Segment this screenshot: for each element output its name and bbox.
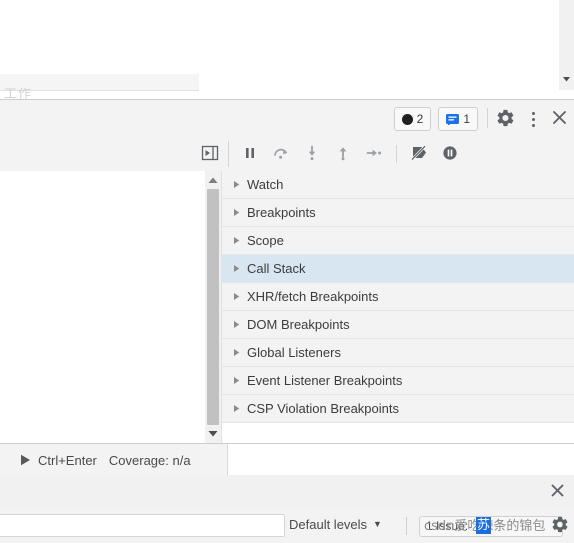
disclosure-triangle-icon[interactable] [231,179,242,190]
step-over-icon [272,144,290,165]
disclosure-triangle-icon[interactable] [231,319,242,330]
disclosure-triangle-icon[interactable] [231,403,242,414]
pause-icon [242,145,258,164]
show-debugger-sidebar-button[interactable] [198,142,222,166]
debugger-controls [236,137,464,171]
deactivate-breakpoints-button[interactable] [405,140,433,168]
sources-toolbar-left [0,137,196,171]
debugger-section-global-listeners[interactable]: Global Listeners [222,339,574,367]
debugger-sidebar: Watch Breakpoints Scope Call Stack XHR/fetch… [222,171,574,452]
debugger-toolbar [0,137,574,172]
show-debugger-sidebar-icon [201,144,219,165]
pause-on-exceptions-button[interactable] [436,140,464,168]
errors-count: 2 [416,112,424,126]
section-label: Global Listeners [247,345,341,360]
section-label: Call Stack [247,261,306,276]
close-devtools-button[interactable] [548,108,570,130]
step-over-button[interactable] [267,140,295,168]
section-label: CSP Violation Breakpoints [247,401,400,416]
disclosure-triangle-icon[interactable] [231,235,242,246]
run-shortcut-label: Ctrl+Enter [38,452,97,468]
debugger-section-xhr-fetch-breakpoints[interactable]: XHR/fetch Breakpoints [222,283,574,311]
devtools-main: Watch Breakpoints Scope Call Stack XHR/fetch… [0,171,574,452]
coverage-status-group[interactable]: Ctrl+Enter Coverage: n/a [0,444,228,476]
toolbar-divider [228,141,229,167]
errors-badge[interactable]: 2 [393,107,432,131]
devtools-topbar: 2 1 [0,99,574,139]
debugger-section-scope[interactable]: Scope [222,227,574,255]
debugger-section-watch[interactable]: Watch [222,171,574,199]
issues-bar-button[interactable]: 1 Issue: [419,516,563,537]
source-pane-scrollbar[interactable] [205,171,222,443]
close-icon [552,110,567,128]
step-button[interactable] [360,140,388,168]
pause-on-exceptions-icon [441,144,459,165]
close-drawer-button[interactable] [546,480,569,503]
step-out-icon [334,144,352,165]
debugger-section-dom-breakpoints[interactable]: DOM Breakpoints [222,311,574,339]
section-label: Watch [247,177,284,192]
scrollbar-down-arrow[interactable] [207,428,219,440]
play-triangle-icon [20,454,31,466]
topbar-divider [487,108,488,128]
page-scrollbar[interactable] [559,0,574,90]
log-levels-label: Default levels [289,517,368,532]
console-drawer-header [0,475,574,509]
step-out-button[interactable] [329,140,357,168]
deactivate-breakpoints-icon [409,144,429,165]
status-badges: 2 1 [393,107,478,131]
close-icon [550,483,565,501]
source-code-pane[interactable] [0,171,206,443]
message-box-icon [446,113,460,125]
disclosure-triangle-icon[interactable] [231,207,242,218]
error-circle-icon [401,113,413,125]
kebab-menu-icon [531,110,535,128]
disclosure-triangle-icon[interactable] [231,375,242,386]
step-icon [365,144,383,165]
console-settings-button[interactable] [550,516,570,536]
page-scrollbar-down-arrow[interactable] [561,73,572,84]
debugger-controls-divider [396,145,397,163]
scrollbar-thumb[interactable] [207,189,219,425]
section-label: XHR/fetch Breakpoints [247,289,379,304]
debugger-section-call-stack[interactable]: Call Stack [222,255,574,283]
console-filter-bar: Default levels ▼ 1 Issue: [0,508,574,543]
gear-icon [497,109,515,130]
devtools-window: 工作 2 1 Watch Breakpoints Scope Call Stac… [0,0,574,543]
messages-badge[interactable]: 1 [438,107,478,131]
gear-icon [552,516,569,536]
debugger-section-breakpoints[interactable]: Breakpoints [222,199,574,227]
inspected-page-remnant: 工作 [0,0,574,100]
debugger-sections-tree: Watch Breakpoints Scope Call Stack XHR/fetch… [222,171,574,423]
console-filter-input[interactable] [0,514,285,537]
scrollbar-up-arrow[interactable] [207,174,219,186]
more-options-button[interactable] [522,108,544,130]
section-label: DOM Breakpoints [247,317,350,332]
step-into-icon [303,144,321,165]
debugger-section-csp-violation-breakpoints[interactable]: CSP Violation Breakpoints [222,395,574,423]
settings-button[interactable] [495,108,517,130]
console-bar-divider [406,517,407,535]
section-label: Scope [247,233,284,248]
step-into-button[interactable] [298,140,326,168]
section-label: Event Listener Breakpoints [247,373,403,388]
section-label: Breakpoints [247,205,316,220]
messages-count: 1 [463,112,470,126]
pause-script-execution-button[interactable] [236,140,264,168]
sources-status-bar: Ctrl+Enter Coverage: n/a [0,443,574,477]
disclosure-triangle-icon[interactable] [231,263,242,274]
console-log-levels-dropdown[interactable]: Default levels ▼ [289,517,382,532]
disclosure-triangle-icon[interactable] [231,291,242,302]
chevron-down-icon: ▼ [373,519,382,529]
status-bar-right-filler [228,444,574,476]
debugger-section-event-listener-breakpoints[interactable]: Event Listener Breakpoints [222,367,574,395]
disclosure-triangle-icon[interactable] [231,347,242,358]
coverage-label: Coverage: n/a [108,452,191,468]
